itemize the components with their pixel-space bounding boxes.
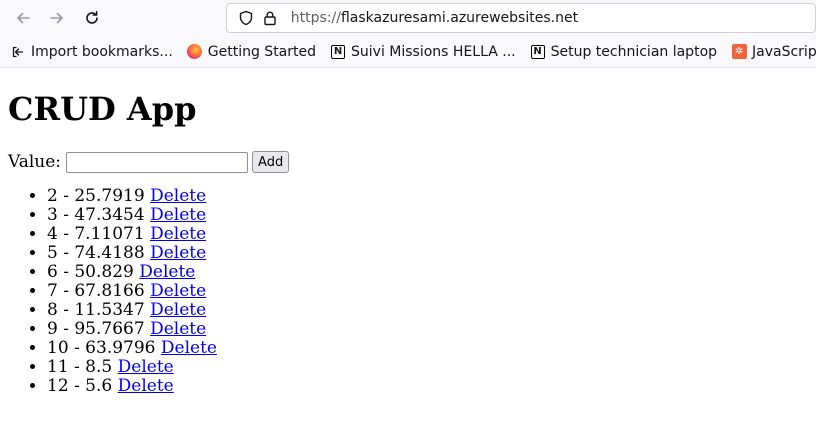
reload-icon <box>86 11 98 24</box>
list-item: 12 - 5.6 Delete <box>47 377 808 396</box>
list-item: 10 - 63.9796 Delete <box>47 339 808 358</box>
item-text: 12 - 5.6 <box>47 376 118 396</box>
reload-button[interactable] <box>80 6 104 30</box>
delete-link[interactable]: Delete <box>161 338 217 358</box>
delete-link[interactable]: Delete <box>150 300 206 320</box>
item-text: 8 - 11.5347 <box>47 300 151 320</box>
import-icon <box>10 44 26 60</box>
bookmark-setup-technician[interactable]: N Setup technician laptop <box>530 44 717 60</box>
item-text: 10 - 63.9796 <box>47 338 161 358</box>
delete-link[interactable]: Delete <box>139 262 195 282</box>
forward-button[interactable] <box>46 6 70 30</box>
item-text: 11 - 8.5 <box>47 357 118 377</box>
item-text: 9 - 95.7667 <box>47 319 151 339</box>
item-text: 4 - 7.11071 <box>47 224 151 244</box>
list-item: 6 - 50.829 Delete <box>47 263 808 282</box>
delete-link[interactable]: Delete <box>150 224 206 244</box>
list-item: 8 - 11.5347 Delete <box>47 301 808 320</box>
value-input[interactable] <box>66 151 249 173</box>
add-button[interactable]: Add <box>252 151 290 173</box>
bookmarks-bar: Import bookmarks... Getting Started N Su… <box>0 36 816 68</box>
url-text: https://flaskazuresami.azurewebsites.net <box>291 10 578 26</box>
back-arrow-icon <box>16 12 30 24</box>
forward-arrow-icon <box>50 12 64 24</box>
list-item: 4 - 7.11071 Delete <box>47 225 808 244</box>
delete-link[interactable]: Delete <box>150 205 206 225</box>
delete-link[interactable]: Delete <box>150 243 206 263</box>
list-item: 3 - 47.3454 Delete <box>47 206 808 225</box>
bookmark-label: Suivi Missions HELLA ... <box>351 43 516 60</box>
list-item: 2 - 25.7919 Delete <box>47 187 808 206</box>
delete-link[interactable]: Delete <box>118 357 174 377</box>
item-text: 7 - 67.8166 <box>47 281 151 301</box>
bookmark-getting-started[interactable]: Getting Started <box>187 44 316 60</box>
page-title: CRUD App <box>8 90 197 128</box>
bookmark-label: Setup technician laptop <box>550 43 718 60</box>
url-host: flaskazuresami.azurewebsites.net <box>340 10 579 26</box>
bookmark-suivi-missions[interactable]: N Suivi Missions HELLA ... <box>330 44 516 60</box>
notion-icon: N <box>330 44 346 60</box>
item-text: 5 - 74.4188 <box>47 243 151 263</box>
item-list: 2 - 25.7919 Delete3 - 47.3454 Delete4 - … <box>8 187 808 396</box>
bookmark-javascript-dict[interactable]: ✲ JavaScript Dict <box>731 44 816 60</box>
add-form: Value: Add <box>8 149 808 175</box>
item-text: 3 - 47.3454 <box>47 205 151 225</box>
delete-link[interactable]: Delete <box>150 281 206 301</box>
bookmark-label: Getting Started <box>207 43 317 60</box>
bookmark-import[interactable]: Import bookmarks... <box>10 44 173 60</box>
delete-link[interactable]: Delete <box>150 319 206 339</box>
list-item: 9 - 95.7667 Delete <box>47 320 808 339</box>
page-content: CRUD App Value: Add 2 - 25.7919 Delete3 … <box>0 89 816 396</box>
list-item: 7 - 67.8166 Delete <box>47 282 808 301</box>
shield-icon <box>237 9 255 27</box>
lock-icon <box>261 9 279 27</box>
bookmark-label: Import bookmarks... <box>31 43 173 60</box>
url-scheme: https:// <box>290 10 341 26</box>
list-item: 5 - 74.4188 Delete <box>47 244 808 263</box>
item-text: 6 - 50.829 <box>47 262 140 282</box>
address-bar[interactable]: https://flaskazuresami.azurewebsites.net <box>225 3 816 33</box>
list-item: 11 - 8.5 Delete <box>47 358 808 377</box>
bookmark-label: JavaScript Dict <box>752 43 816 60</box>
notion-icon: N <box>530 44 546 60</box>
item-text: 2 - 25.7919 <box>47 186 151 206</box>
delete-link[interactable]: Delete <box>118 376 174 396</box>
hubspot-icon: ✲ <box>731 44 747 60</box>
delete-link[interactable]: Delete <box>150 186 206 206</box>
firefox-icon <box>187 44 203 60</box>
back-button[interactable] <box>11 6 35 30</box>
value-label: Value: <box>8 152 62 172</box>
browser-toolbar: https://flaskazuresami.azurewebsites.net <box>0 0 816 36</box>
